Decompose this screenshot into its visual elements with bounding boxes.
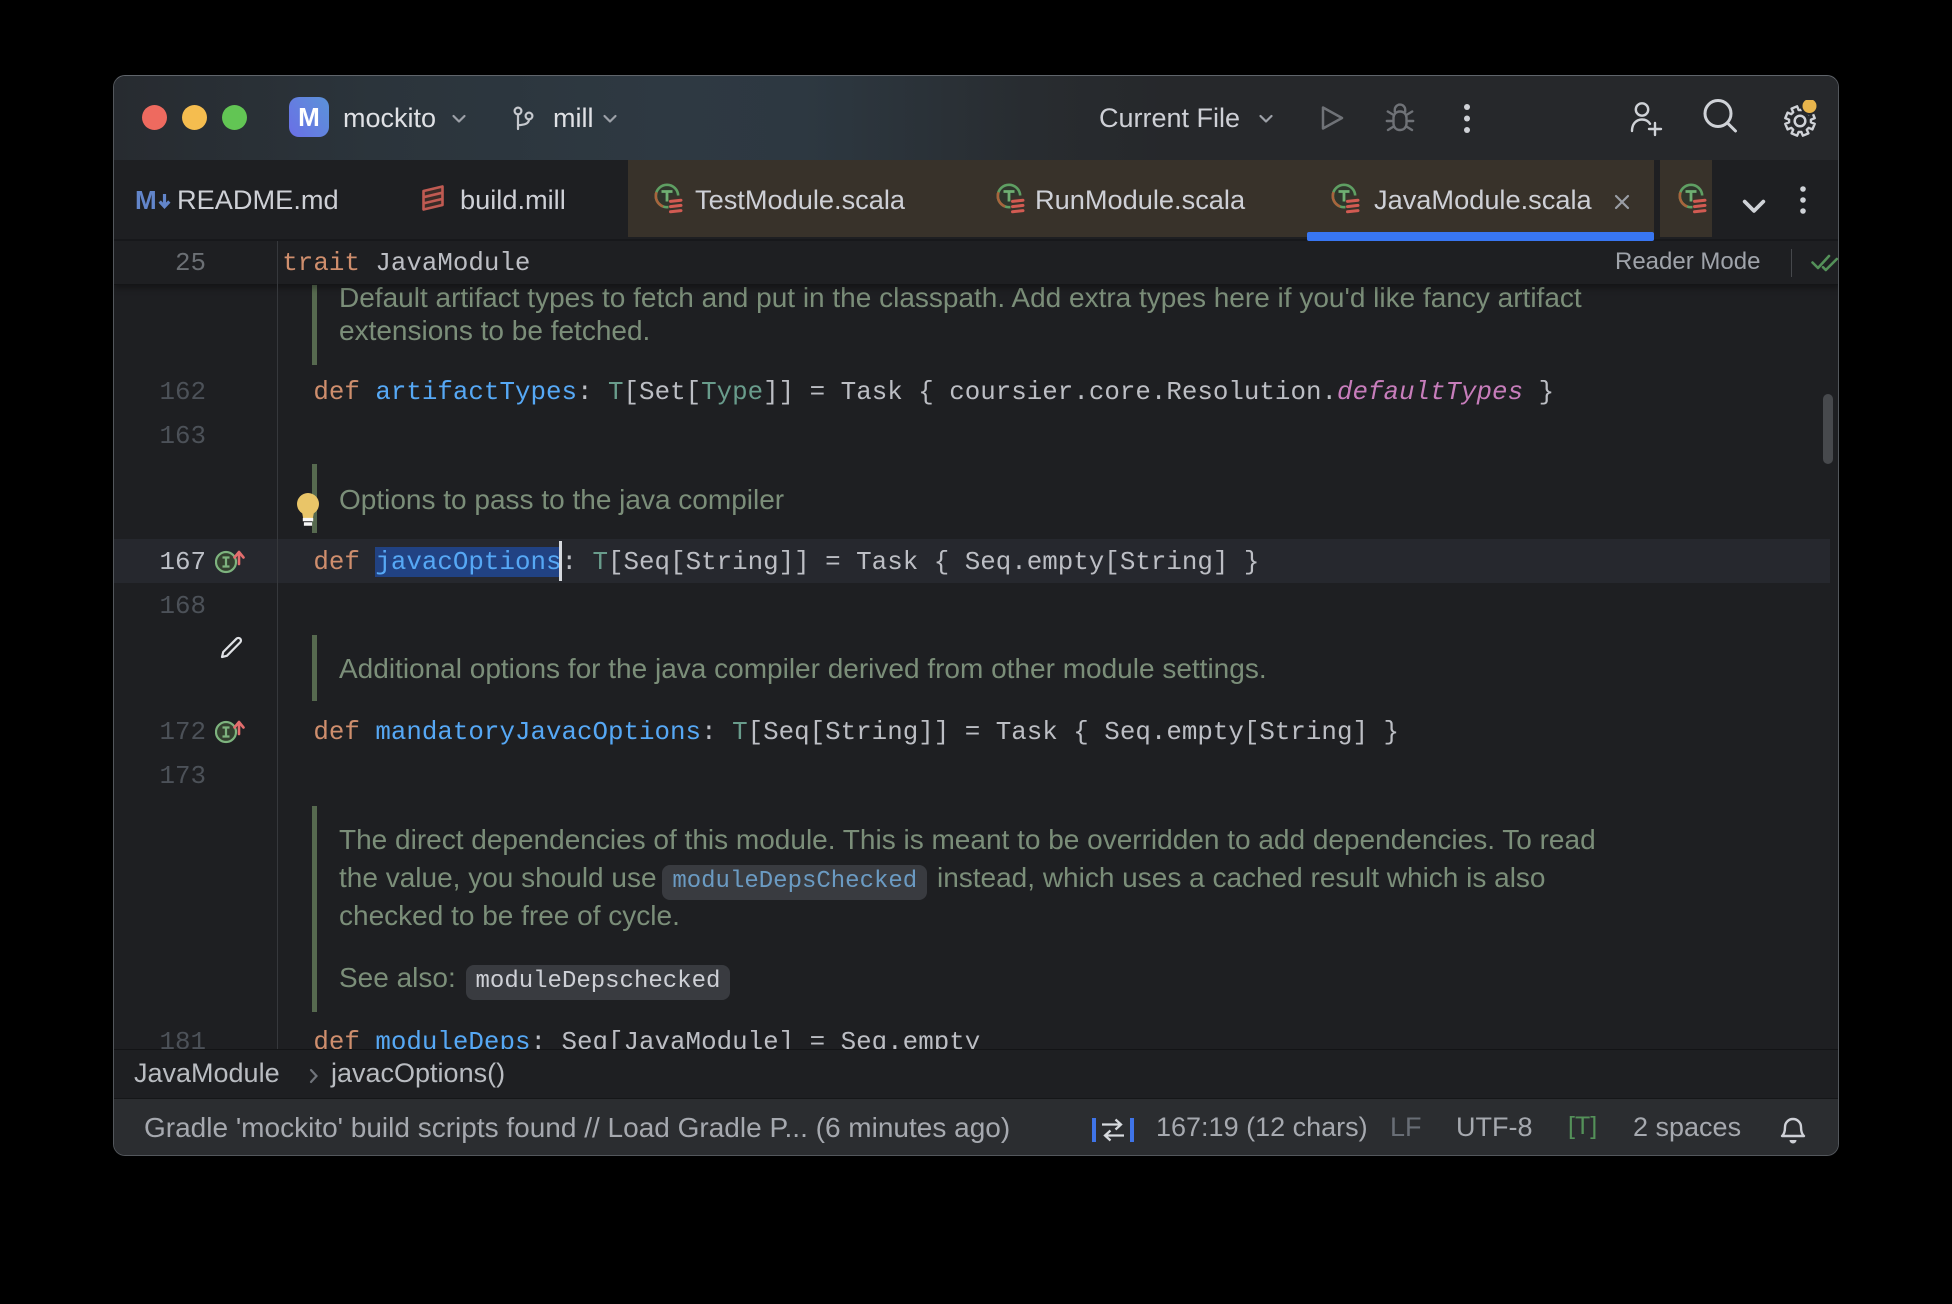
svg-text:M: M — [135, 186, 157, 215]
